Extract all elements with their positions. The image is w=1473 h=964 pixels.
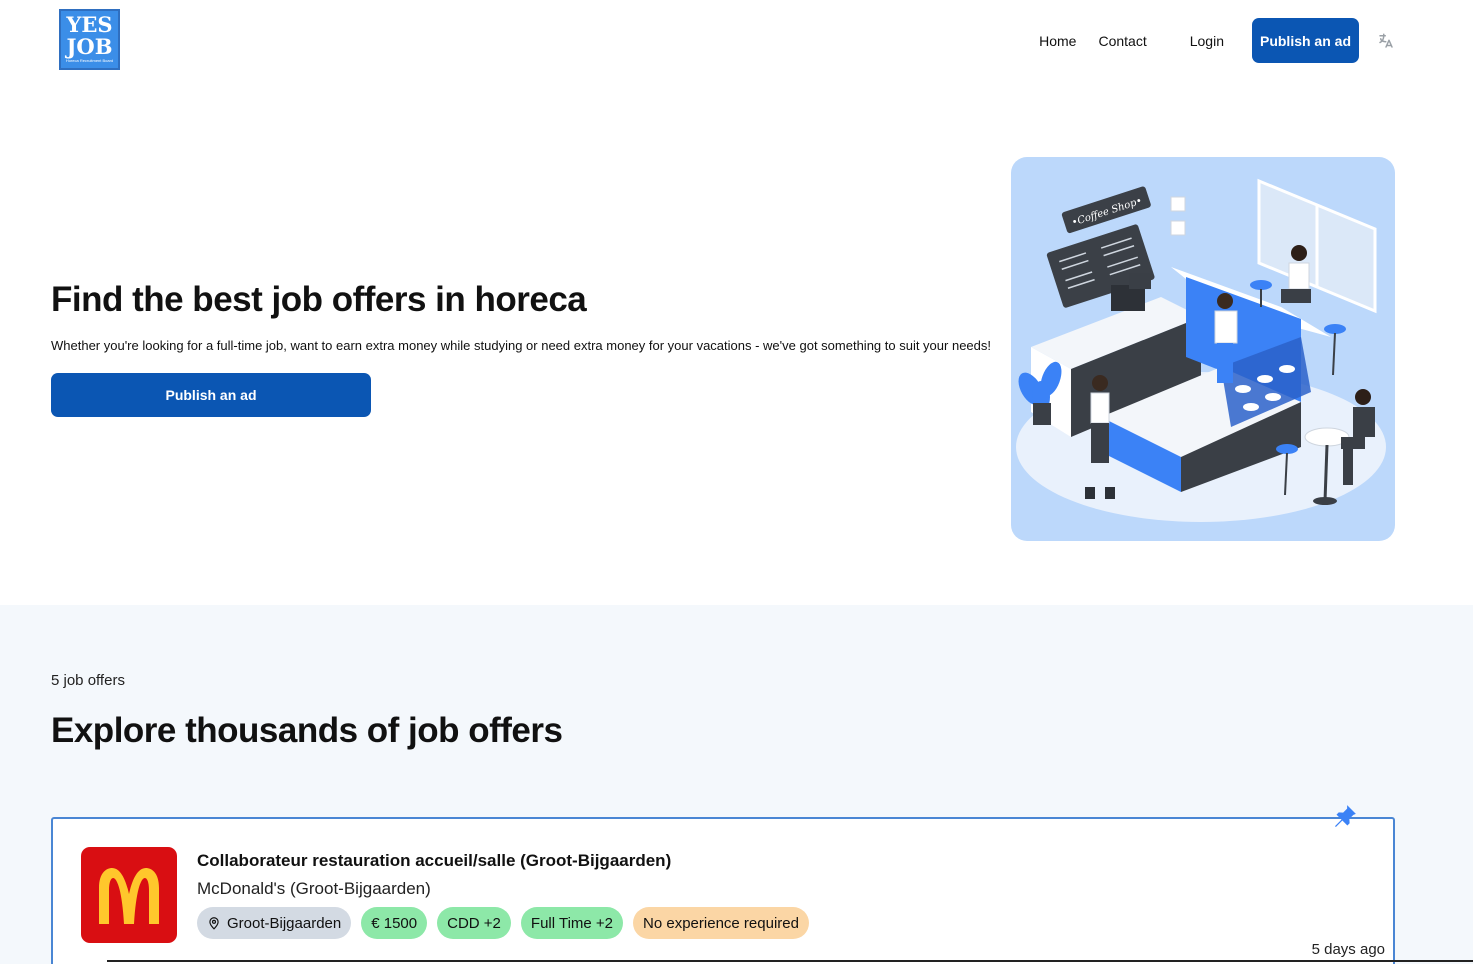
- job-tags: Groot-Bijgaarden € 1500 CDD +2 Full Time…: [197, 907, 809, 939]
- logo-line-2: JOB: [66, 34, 113, 59]
- company-name: McDonald's (Groot-Bijgaarden): [197, 879, 431, 898]
- translate-icon[interactable]: [1377, 32, 1395, 50]
- logo-tagline: Horeca Recruitment Board: [65, 58, 114, 63]
- hero-title: Find the best job offers in horeca: [51, 280, 587, 319]
- hero-publish-ad-button[interactable]: Publish an ad: [51, 373, 371, 417]
- job-title[interactable]: Collaborateur restauration accueil/salle…: [197, 851, 671, 871]
- mcdonalds-arches-icon: [99, 868, 159, 924]
- nav-home-link[interactable]: Home: [1039, 33, 1076, 49]
- job-listings-section: 5 job offers Explore thousands of job of…: [0, 605, 1473, 964]
- company-logo: [81, 847, 177, 943]
- location-tag-label: Groot-Bijgaarden: [227, 914, 342, 932]
- main-nav: Home Contact Login Publish an ad: [1039, 18, 1395, 63]
- posted-time: 5 days ago: [1311, 941, 1385, 958]
- experience-tag: No experience required: [633, 907, 809, 939]
- site-logo[interactable]: YES JOB Horeca Recruitment Board: [59, 9, 120, 70]
- contract-tag: CDD +2: [437, 907, 511, 939]
- nav-login-link[interactable]: Login: [1190, 33, 1224, 49]
- listings-title: Explore thousands of job offers: [51, 711, 563, 750]
- nav-contact-link[interactable]: Contact: [1098, 33, 1146, 49]
- page-bottom-divider: [107, 960, 1473, 962]
- schedule-tag: Full Time +2: [520, 907, 624, 939]
- logo-line-1: YES: [66, 12, 113, 37]
- pin-icon: [1329, 802, 1359, 832]
- job-card[interactable]: Collaborateur restauration accueil/salle…: [51, 817, 1395, 964]
- location-pin-icon: [207, 916, 221, 930]
- nav-publish-ad-button[interactable]: Publish an ad: [1252, 18, 1359, 63]
- location-tag: Groot-Bijgaarden: [197, 907, 352, 939]
- top-header: YES JOB Horeca Recruitment Board Home Co…: [0, 0, 1473, 80]
- coffee-shop-illustration: •Coffee Shop•: [1011, 157, 1395, 541]
- salary-tag: € 1500: [361, 907, 428, 939]
- hero-description: Whether you're looking for a full-time j…: [51, 338, 991, 353]
- job-offer-count: 5 job offers: [51, 672, 125, 689]
